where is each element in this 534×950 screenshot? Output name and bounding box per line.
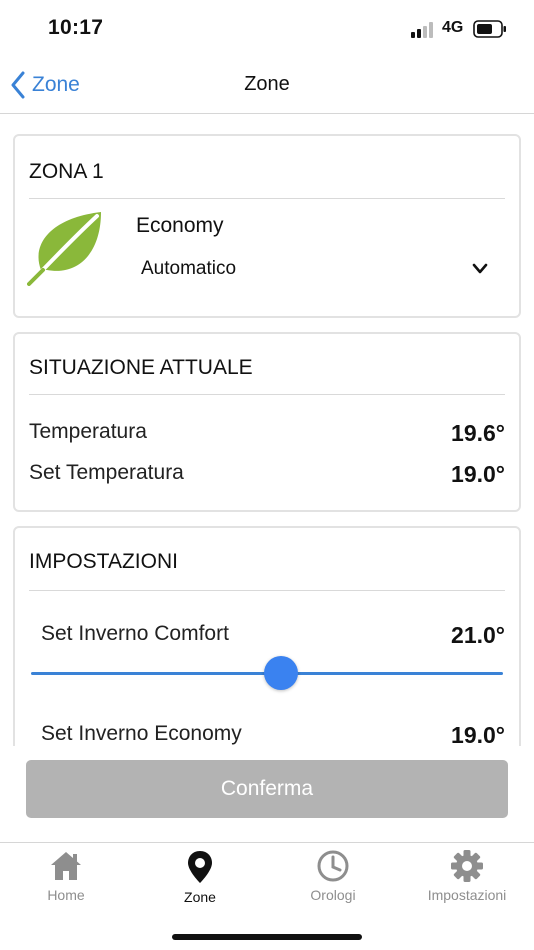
confirm-button[interactable]: Conferma: [26, 760, 508, 818]
winter-comfort-label: Set Inverno Comfort: [41, 622, 229, 645]
tab-settings[interactable]: Impostazioni: [407, 849, 527, 909]
settings-card: IMPOSTAZIONI Set Inverno Comfort 21.0° S…: [13, 526, 521, 746]
tab-clocks-label: Orologi: [310, 887, 356, 903]
set-temperature-value: 19.0°: [451, 461, 505, 487]
mode-label: Economy: [136, 214, 224, 237]
gear-icon: [451, 850, 483, 882]
slider-thumb[interactable]: [264, 656, 299, 690]
tab-home[interactable]: Home: [6, 849, 126, 909]
signal-strength-icon: [411, 22, 433, 38]
zone-title: ZONA 1: [29, 160, 104, 183]
current-status-card: SITUAZIONE ATTUALE Temperatura 19.6° Set…: [13, 332, 521, 512]
divider: [29, 198, 505, 199]
clock-icon: [317, 850, 349, 882]
status-time: 10:17: [48, 16, 104, 39]
network-type: 4G: [442, 19, 464, 36]
tab-zone-label: Zone: [184, 889, 216, 905]
winter-comfort-value: 21.0°: [451, 622, 505, 648]
current-status-title: SITUAZIONE ATTUALE: [29, 356, 253, 379]
tab-home-label: Home: [47, 887, 85, 903]
tab-settings-label: Impostazioni: [427, 887, 507, 903]
settings-title: IMPOSTAZIONI: [29, 550, 178, 573]
tab-zone[interactable]: Zone: [140, 849, 260, 909]
divider: [29, 590, 505, 591]
location-pin-icon: [188, 851, 212, 883]
temperature-value: 19.6°: [451, 420, 505, 446]
content-scroll-area[interactable]: ZONA 1 Economy Automatico SITUAZIONE ATT…: [0, 114, 534, 746]
status-bar: 10:17 4G: [0, 0, 534, 58]
page-title: Zone: [244, 73, 290, 95]
tab-clocks[interactable]: Orologi: [273, 849, 393, 909]
zone-card: ZONA 1 Economy Automatico: [13, 134, 521, 318]
battery-icon: [473, 20, 506, 38]
leaf-icon: [27, 212, 101, 286]
home-indicator: [172, 934, 362, 940]
winter-economy-label: Set Inverno Economy: [41, 722, 242, 745]
home-icon: [51, 852, 81, 880]
winter-comfort-slider[interactable]: [31, 656, 503, 692]
navigation-bar: Zone Zone: [0, 58, 534, 114]
winter-economy-value: 19.0°: [451, 722, 505, 746]
temperature-label: Temperatura: [29, 420, 147, 443]
mode-dropdown[interactable]: Automatico: [139, 254, 489, 286]
divider: [29, 394, 505, 395]
mode-dropdown-value: Automatico: [141, 258, 237, 279]
chevron-down-icon: [472, 263, 488, 274]
set-temperature-label: Set Temperatura: [29, 461, 184, 484]
